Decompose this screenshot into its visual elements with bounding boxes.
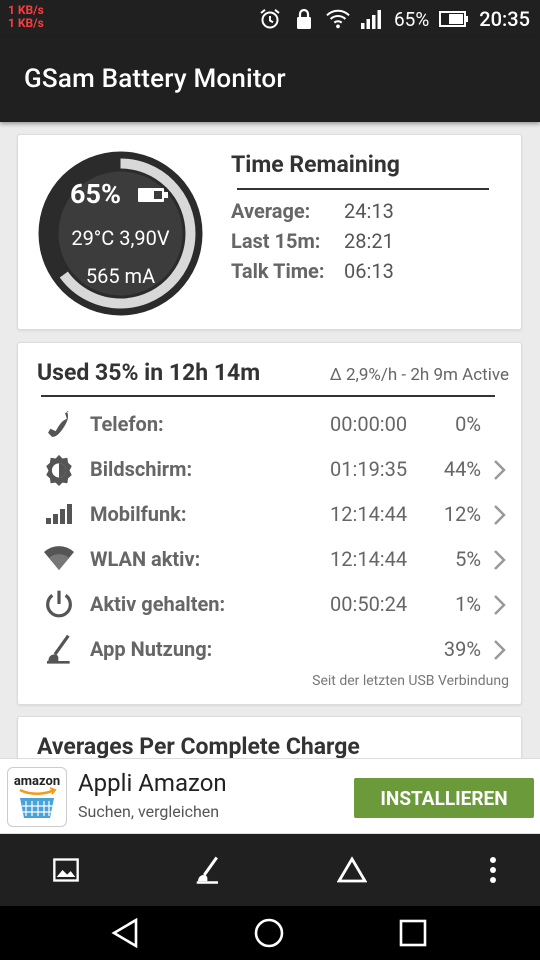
- time-remaining-title: Time Remaining: [231, 151, 400, 178]
- app-usage-icon[interactable]: [190, 852, 226, 888]
- usage-row-app-nutzung[interactable]: App Nutzung: 39%: [18, 629, 523, 669]
- home-icon[interactable]: [251, 915, 287, 951]
- brightness-icon: [42, 452, 76, 486]
- usage-time: 00:50:24: [330, 592, 408, 616]
- usage-row-telefon: Telefon: 00:00:00 0%: [18, 404, 523, 444]
- network-speed: 1 KB/s 1 KB/s: [8, 4, 44, 30]
- usage-card: Used 35% in 12h 14m ∆ 2,9%/h - 2h 9m Act…: [17, 342, 522, 705]
- back-icon[interactable]: [107, 915, 143, 951]
- chevron-right-icon: [494, 550, 506, 570]
- temperature-voltage: 29°C 3,90V: [71, 226, 170, 250]
- ad-subtitle: Suchen, vergleichen: [78, 802, 220, 821]
- net-down-speed: 1 KB/s: [8, 16, 44, 30]
- usage-time: 12:14:44: [330, 547, 408, 571]
- signal-icon: [360, 7, 384, 31]
- ad-title: Appli Amazon: [78, 769, 227, 797]
- amazon-logo: amazon: [7, 767, 67, 827]
- battery-percent-value: 65%: [70, 178, 121, 210]
- usage-row-wlan[interactable]: WLAN aktiv: 12:14:44 5%: [18, 539, 523, 579]
- row-label: Talk Time:: [231, 259, 325, 283]
- wifi-icon: [326, 7, 350, 31]
- signal-bars-icon: [42, 497, 76, 531]
- usage-percent: 39%: [443, 637, 481, 661]
- usage-rate: ∆ 2,9%/h - 2h 9m Active: [329, 365, 509, 385]
- usage-label: Telefon:: [90, 412, 164, 436]
- power-icon: [42, 587, 76, 621]
- battery-gauge: 65% 29°C 3,90V 565 mA: [37, 150, 204, 317]
- row-value: 24:13: [344, 199, 394, 223]
- usage-row-bildschirm[interactable]: Bildschirm: 01:19:35 44%: [18, 449, 523, 489]
- system-navigation-bar: [0, 906, 540, 960]
- app-usage-icon: [42, 632, 76, 666]
- divider: [237, 188, 489, 190]
- usage-label: App Nutzung:: [90, 637, 213, 661]
- usage-time: 01:19:35: [330, 457, 408, 481]
- image-icon[interactable]: [48, 852, 84, 888]
- row-value: 28:21: [344, 229, 394, 253]
- usage-title: Used 35% in 12h 14m: [37, 359, 261, 386]
- row-label: Average:: [231, 199, 311, 223]
- install-button[interactable]: INSTALLIEREN: [354, 778, 534, 818]
- alarm-icon: [258, 7, 282, 31]
- row-value: 06:13: [344, 259, 394, 283]
- app-title: GSam Battery Monitor: [24, 64, 286, 94]
- ad-banner[interactable]: amazon Appli Amazon Suchen, vergleichen …: [0, 758, 540, 834]
- clock: 20:35: [479, 7, 530, 31]
- usage-footnote: Seit der letzten USB Verbindung: [312, 673, 509, 689]
- app-bar: GSam Battery Monitor: [0, 38, 540, 122]
- usage-time: 12:14:44: [330, 502, 408, 526]
- chevron-right-icon: [494, 505, 506, 525]
- chevron-right-icon: [494, 640, 506, 660]
- usage-percent: 1%: [455, 592, 481, 616]
- usage-label: WLAN aktiv:: [90, 547, 201, 571]
- divider: [41, 395, 495, 397]
- recents-icon[interactable]: [395, 915, 431, 951]
- phone-icon: [42, 407, 76, 441]
- usage-label: Bildschirm:: [90, 457, 193, 481]
- usage-label: Mobilfunk:: [90, 502, 187, 526]
- battery-percent: 65%: [393, 7, 430, 31]
- usage-percent: 0%: [455, 412, 481, 436]
- row-label: Last 15m:: [231, 229, 321, 253]
- usage-row-mobilfunk[interactable]: Mobilfunk: 12:14:44 12%: [18, 494, 523, 534]
- usage-row-aktiv-gehalten[interactable]: Aktiv gehalten: 00:50:24 1%: [18, 584, 523, 624]
- bottom-action-bar: [0, 834, 540, 906]
- battery-icon: [439, 7, 469, 31]
- chevron-right-icon: [494, 595, 506, 615]
- status-bar: 1 KB/s 1 KB/s 65% 20:35: [0, 0, 540, 38]
- usage-label: Aktiv gehalten:: [90, 592, 226, 616]
- overflow-menu-icon[interactable]: [475, 852, 511, 888]
- triangle-icon[interactable]: [334, 852, 370, 888]
- usage-percent: 44%: [443, 457, 481, 481]
- battery-summary-card[interactable]: 65% 29°C 3,90V 565 mA Time Remaining Ave…: [17, 134, 522, 330]
- current-draw: 565 mA: [85, 264, 156, 288]
- usage-percent: 5%: [455, 547, 481, 571]
- averages-title: Averages Per Complete Charge: [37, 733, 360, 760]
- lock-icon: [292, 7, 316, 31]
- chevron-right-icon: [494, 460, 506, 480]
- usage-time: 00:00:00: [330, 412, 408, 436]
- usage-percent: 12%: [443, 502, 481, 526]
- wifi-icon: [42, 542, 76, 576]
